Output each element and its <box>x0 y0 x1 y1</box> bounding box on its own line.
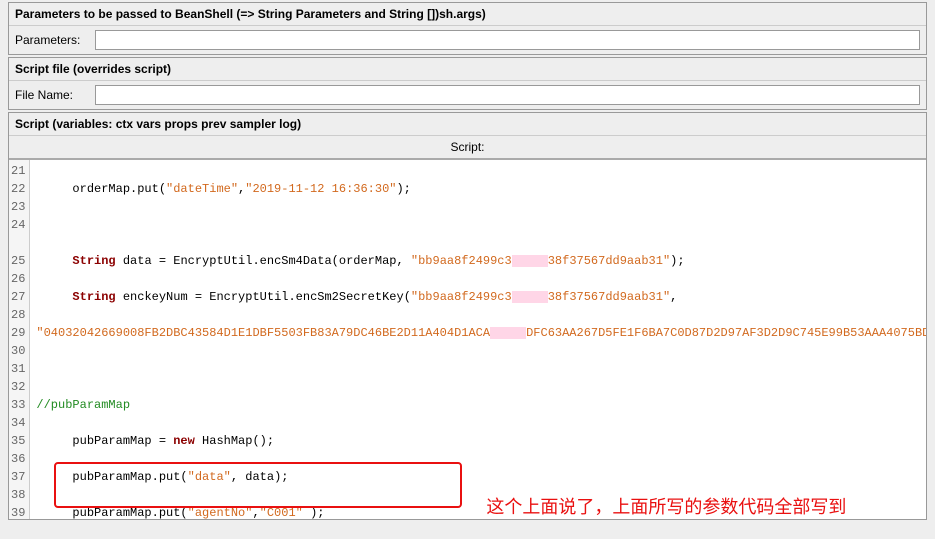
parameters-row: Parameters: <box>9 26 926 54</box>
code-content[interactable]: orderMap.put("dateTime","2019-11-12 16:3… <box>30 160 926 519</box>
parameters-input[interactable] <box>95 30 920 50</box>
scriptfile-header: Script file (overrides script) <box>9 58 926 81</box>
scriptfile-panel: Script file (overrides script) File Name… <box>8 57 927 110</box>
filename-label: File Name: <box>15 88 95 102</box>
annotation-box <box>54 462 462 508</box>
line-gutter: 2122232425262728293031323334353637383940… <box>9 160 30 519</box>
parameters-label: Parameters: <box>15 33 95 47</box>
params-panel: Parameters to be passed to BeanShell (=>… <box>8 2 927 55</box>
script-section-header: Script (variables: ctx vars props prev s… <box>9 113 926 136</box>
annotation-text: 这个上面说了，上面所写的参数代码全部写到 jsonParams里面去了。然后我们… <box>486 442 866 519</box>
script-label: Script: <box>9 136 926 159</box>
params-header: Parameters to be passed to BeanShell (=>… <box>9 3 926 26</box>
script-panel: Script (variables: ctx vars props prev s… <box>8 112 927 520</box>
filename-row: File Name: <box>9 81 926 109</box>
code-editor[interactable]: 2122232425262728293031323334353637383940… <box>9 159 926 519</box>
filename-input[interactable] <box>95 85 920 105</box>
